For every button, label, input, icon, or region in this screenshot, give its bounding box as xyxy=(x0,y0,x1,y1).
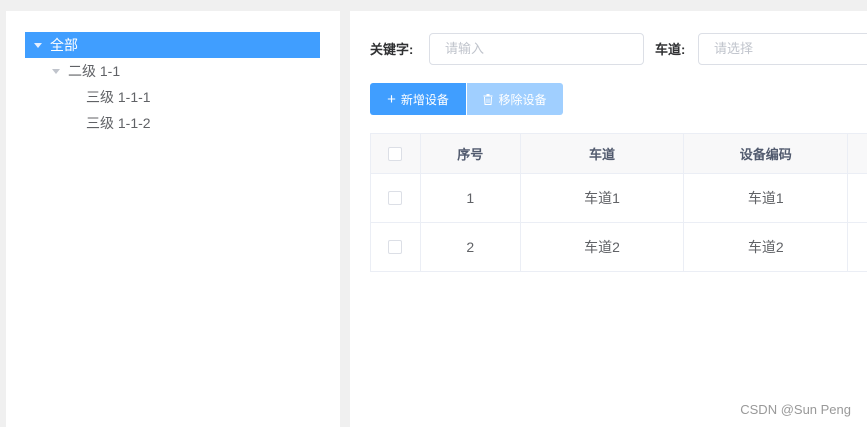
caret-down-icon[interactable] xyxy=(34,42,42,48)
keyword-label: 关键字: xyxy=(370,42,414,57)
table-cell-extra xyxy=(848,223,867,271)
tree-panel: 全部 二级 1-1 三级 1-1-1 三级 1-1-2 xyxy=(6,11,340,427)
trash-icon xyxy=(483,93,493,105)
table-cell: 车道2 xyxy=(521,223,685,271)
keyword-placeholder: 请输入 xyxy=(445,41,485,56)
header-cell: 设备编码 xyxy=(684,134,849,173)
table-header-row: 序号 车道 设备编码 xyxy=(371,134,867,174)
table-cell: 1 xyxy=(421,174,521,222)
table-cell: 车道2 xyxy=(684,223,849,271)
row-checkbox-cell xyxy=(371,223,421,271)
tree-node-label: 二级 1-1 xyxy=(68,63,121,79)
header-cell: 序号 xyxy=(421,134,521,173)
lane-label: 车道: xyxy=(655,42,686,57)
caret-down-icon[interactable] xyxy=(52,68,60,74)
remove-device-label: 移除设备 xyxy=(498,92,547,107)
table-cell: 车道1 xyxy=(684,174,849,222)
keyword-input[interactable]: 请输入 xyxy=(429,33,644,65)
add-device-button[interactable]: + 新增设备 xyxy=(370,83,466,115)
header-cell-extra xyxy=(848,134,867,173)
tree-node-label: 全部 xyxy=(50,37,78,53)
table-cell: 车道1 xyxy=(521,174,685,222)
add-device-label: 新增设备 xyxy=(400,92,449,107)
table-row[interactable]: 2 车道2 车道2 xyxy=(371,223,867,272)
tree-node-label: 三级 1-1-1 xyxy=(86,89,151,105)
lane-placeholder: 请选择 xyxy=(714,41,754,56)
tree-node-level2[interactable]: 二级 1-1 xyxy=(25,58,320,84)
tree-node-label: 三级 1-1-2 xyxy=(86,115,151,131)
table-row[interactable]: 1 车道1 车道1 xyxy=(371,174,867,223)
plus-icon: + xyxy=(387,90,396,108)
tree-node-level3-2[interactable]: 三级 1-1-2 xyxy=(25,110,320,136)
header-cell: 车道 xyxy=(521,134,685,173)
row-checkbox-cell xyxy=(371,174,421,222)
tree-node-root[interactable]: 全部 xyxy=(25,32,320,58)
table-cell: 2 xyxy=(421,223,521,271)
table-cell-extra xyxy=(848,174,867,222)
device-table: 序号 车道 设备编码 1 车道1 车道1 2 车道2 车道2 xyxy=(370,133,867,272)
row-checkbox[interactable] xyxy=(388,240,403,254)
lane-select[interactable]: 请选择 xyxy=(698,33,867,65)
remove-device-button[interactable]: 移除设备 xyxy=(467,83,563,115)
header-checkbox-cell xyxy=(371,134,421,173)
tree-node-level3-1[interactable]: 三级 1-1-1 xyxy=(25,84,320,110)
main-panel: 关键字: 请输入 车道: 请选择 + 新增设备 移除设备 序号 车道 设备编码 xyxy=(350,11,867,427)
row-checkbox[interactable] xyxy=(388,191,403,205)
watermark: CSDN @Sun Peng xyxy=(740,402,851,417)
select-all-checkbox[interactable] xyxy=(388,146,403,161)
